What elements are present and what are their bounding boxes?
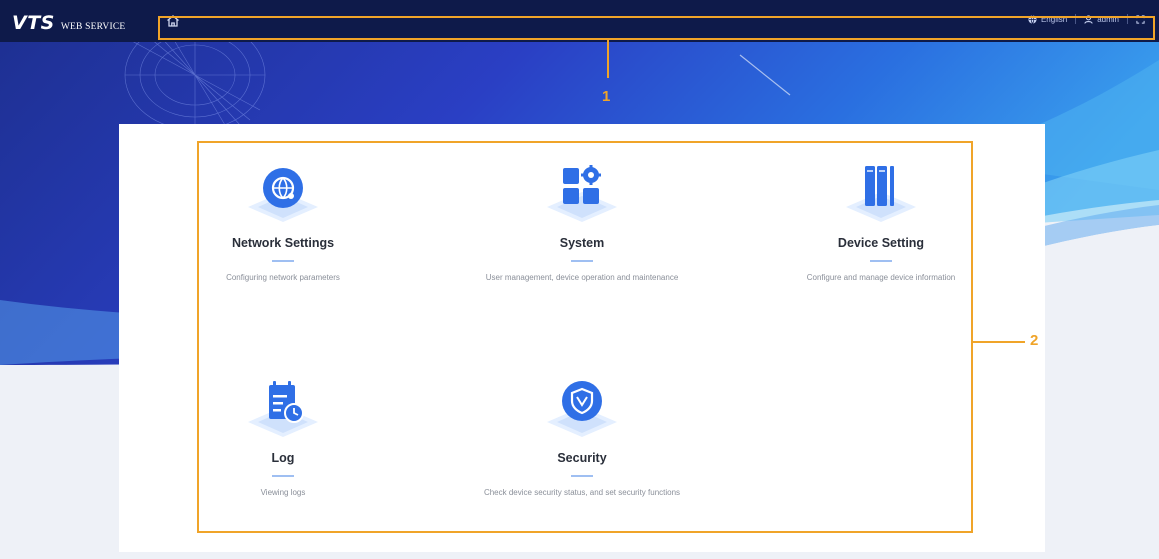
- tile-description: Viewing logs: [260, 488, 306, 497]
- home-icon[interactable]: [165, 13, 181, 29]
- tile-security[interactable]: Security Check device security status, a…: [462, 377, 702, 497]
- network-icon: [238, 162, 328, 224]
- device-icon: [836, 162, 926, 224]
- annotation-label-1: 1: [602, 88, 611, 105]
- top-right-controls: English admin: [1028, 14, 1145, 24]
- tile-underline: [272, 260, 294, 262]
- username-label: admin: [1097, 14, 1119, 24]
- security-icon: [537, 377, 627, 439]
- user-menu[interactable]: admin: [1084, 15, 1119, 24]
- tile-device-setting[interactable]: Device Setting Configure and manage devi…: [761, 162, 1001, 282]
- tile-log[interactable]: Log Viewing logs: [163, 377, 403, 497]
- annotation-leader-1: [607, 40, 609, 78]
- annotation-label-2: 2: [1030, 332, 1039, 349]
- tile-title: Log: [271, 451, 295, 465]
- tile-title: Device Setting: [837, 236, 925, 250]
- logo-subtitle: WEB SERVICE: [60, 22, 126, 32]
- tile-title: System: [559, 236, 605, 250]
- logo-text: VTS: [12, 12, 55, 34]
- log-icon: [238, 377, 328, 439]
- tile-underline: [571, 475, 593, 477]
- language-label: English: [1040, 14, 1068, 24]
- tile-title: Network Settings: [231, 236, 335, 250]
- tile-description: User management, device operation and ma…: [485, 273, 679, 282]
- tile-title: Security: [557, 451, 607, 465]
- tile-system[interactable]: System User management, device operation…: [462, 162, 702, 282]
- tile-network-settings[interactable]: Network Settings Configuring network par…: [163, 162, 403, 282]
- tile-description: Configure and manage device information: [806, 273, 956, 282]
- annotation-leader-2: [973, 341, 1025, 343]
- divider: [1127, 14, 1128, 24]
- tile-underline: [272, 475, 294, 477]
- user-icon: [1084, 14, 1093, 24]
- tile-description: Check device security status, and set se…: [483, 488, 681, 497]
- divider: [1075, 14, 1077, 24]
- tile-underline: [870, 260, 892, 262]
- tile-underline: [571, 260, 593, 262]
- system-icon: [537, 162, 627, 224]
- main-menu-card: Network Settings Configuring network par…: [119, 124, 1045, 552]
- top-navigation-bar: VTS WEB SERVICE English admin: [0, 0, 1159, 42]
- fullscreen-icon[interactable]: [1136, 14, 1145, 24]
- tile-description: Configuring network parameters: [226, 273, 340, 282]
- globe-icon: [1028, 14, 1037, 24]
- brand-logo: VTS WEB SERVICE: [12, 12, 125, 34]
- language-selector[interactable]: English: [1028, 15, 1067, 24]
